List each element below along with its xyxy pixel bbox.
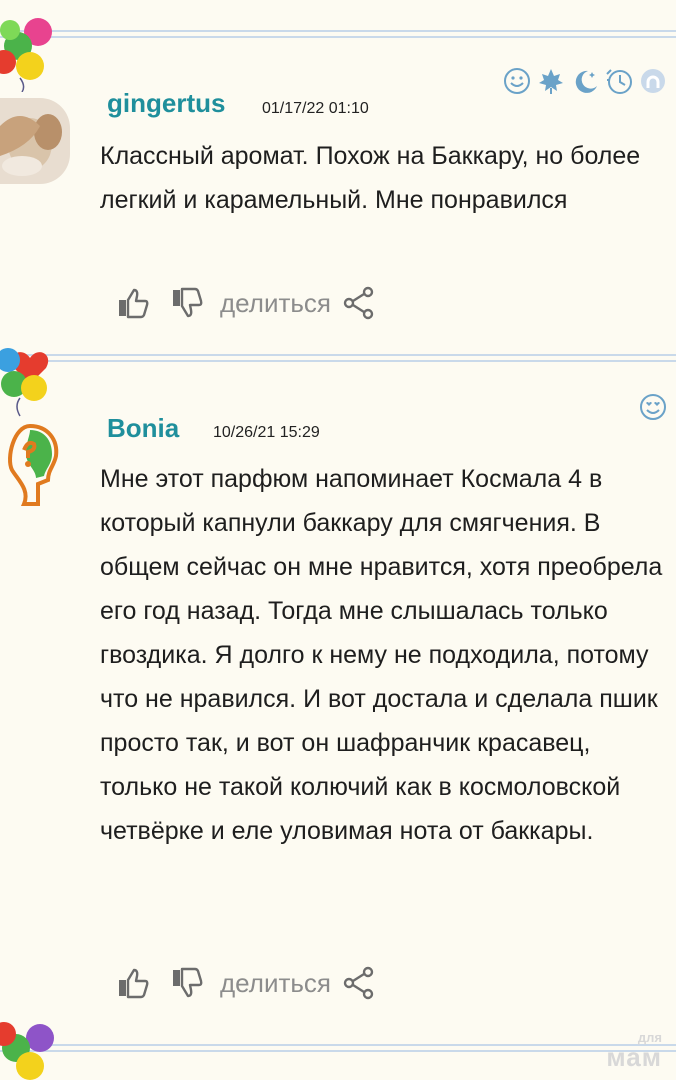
- heart-eyes-icon: [638, 392, 668, 422]
- thumbs-up-icon[interactable]: [116, 285, 152, 321]
- user-badges: [638, 392, 668, 422]
- avatar[interactable]: [0, 420, 70, 510]
- username[interactable]: gingertus: [107, 88, 225, 119]
- smile-icon: [502, 66, 532, 96]
- thumbs-down-icon[interactable]: [170, 965, 206, 1001]
- comment-separator: [0, 1044, 676, 1060]
- user-badges: [502, 66, 668, 96]
- comment-text: Мне этот парфюм напоминает Космала 4 в к…: [100, 465, 663, 845]
- thumbs-up-icon[interactable]: [116, 965, 152, 1001]
- thumbs-down-icon[interactable]: [170, 285, 206, 321]
- share-button[interactable]: делиться: [220, 288, 331, 319]
- comment-separator: [0, 354, 676, 370]
- balloons-icon: [0, 1022, 54, 1080]
- watermark-line2: мам: [606, 1042, 662, 1072]
- arch-icon: [638, 66, 668, 96]
- comment-actions: делиться: [116, 963, 377, 1003]
- username[interactable]: Bonia: [107, 413, 179, 444]
- share-icon[interactable]: [341, 965, 377, 1001]
- maple-leaf-icon: [536, 66, 566, 96]
- share-icon[interactable]: [341, 285, 377, 321]
- clock-icon: [604, 66, 634, 96]
- balloons-icon: [0, 348, 49, 417]
- share-button[interactable]: делиться: [220, 968, 331, 999]
- comment: gingertus 01/17/22 01:10 Классный аромат…: [0, 0, 676, 350]
- comment-date: 01/17/22 01:10: [262, 100, 369, 117]
- avatar[interactable]: [0, 96, 70, 186]
- moon-stars-icon: [570, 66, 600, 96]
- watermark: для мам: [606, 1031, 662, 1070]
- comment-date: 10/26/21 15:29: [213, 424, 320, 441]
- comment-text: Классный аромат. Похож на Баккару, но бо…: [100, 142, 641, 214]
- comment-actions: делиться: [116, 283, 377, 323]
